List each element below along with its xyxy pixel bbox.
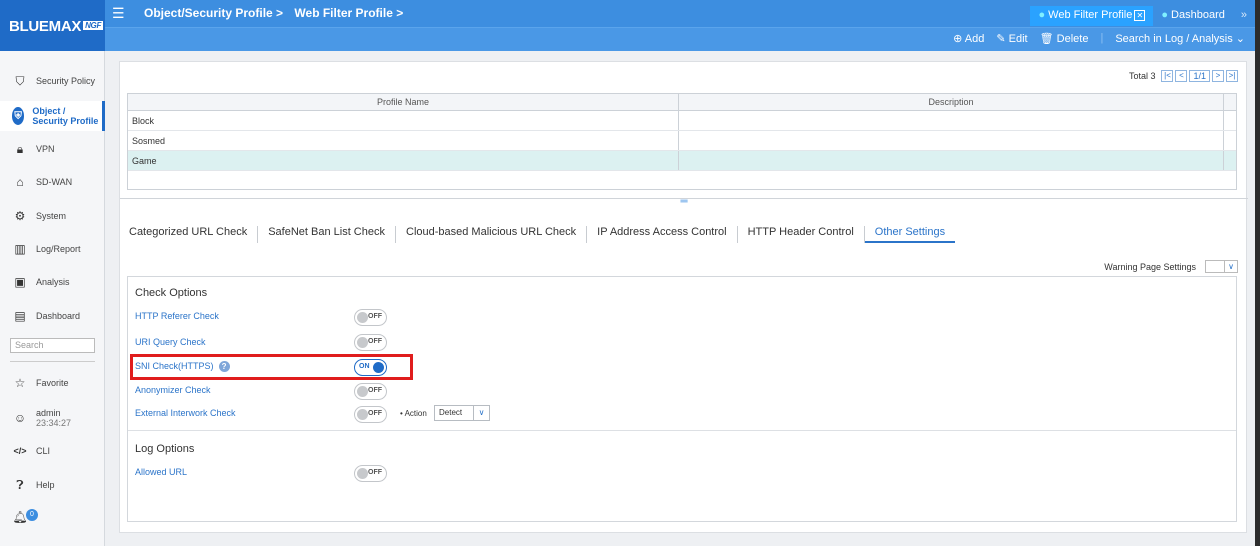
lock-icon: 🔒︎ [16,141,24,156]
options-panel: Check Options HTTP Referer Check OFF URI… [127,276,1237,522]
divider: | [1100,32,1104,44]
dashboard-icon: ▤ [14,309,26,323]
profile-tabs: Categorized URL Check SafeNet Ban List C… [129,226,956,243]
tab-dashboard[interactable]: ● Dashboard [1153,6,1233,26]
chart-icon: ▥ [14,242,26,256]
network-icon: ⌂ [16,175,24,189]
toggle-anonymizer-check[interactable]: OFF [354,383,387,400]
first-page-button[interactable]: |< [1161,70,1174,82]
help-icon[interactable]: ? [218,361,230,372]
tab-categorized-url-check[interactable]: Categorized URL Check [129,226,259,243]
tab-other-settings[interactable]: Other Settings [864,226,956,243]
gear-icon: ⚙ [14,209,26,223]
option-label-uri-query: URI Query Check [135,337,206,347]
toggle-allowed-url[interactable]: OFF [354,465,387,482]
sidebar-item-admin[interactable]: ☺ admin 23:34:27 [0,403,105,433]
option-label-http-referer: HTTP Referer Check [135,311,219,321]
option-label-anonymizer: Anonymizer Check [135,385,211,395]
monitor-icon: ▣ [14,275,26,289]
chevron-down-icon[interactable]: ∨ [474,406,489,420]
tab-http-header-control[interactable]: HTTP Header Control [738,226,865,243]
help-icon: ❓︎ [16,477,24,492]
profile-table: Profile Name Description Block Sosmed Ga… [127,93,1237,190]
divider [128,430,1236,431]
brand-logo[interactable]: BLUEMAX NGF [0,0,105,51]
edit-button[interactable]: ✎ Edit [996,32,1027,45]
sidebar-item-dashboard[interactable]: ▤ Dashboard [0,302,105,330]
table-row[interactable]: Sosmed [128,131,1236,151]
option-label-sni-check: SNI Check(HTTPS)? [135,361,230,372]
sidebar-item-log-report[interactable]: ▥ Log/Report [0,235,105,263]
splitter-handle[interactable]: ═ [120,197,1248,207]
main-content: Total 3 |< < 1/1 > >| Profile Name Descr… [105,51,1255,546]
chevron-down-icon[interactable]: ∨ [1225,260,1238,273]
table-row-selected[interactable]: Game [128,151,1236,171]
next-page-button[interactable]: > [1212,70,1224,82]
option-label-external-interwork: External Interwork Check [135,408,236,418]
toggle-http-referer-check[interactable]: OFF [354,309,387,326]
window-tabs: ● Web Filter Profile ✕ ● Dashboard » [1030,6,1255,26]
tab-more-icon[interactable]: » [1233,6,1255,26]
toggle-uri-query-check[interactable]: OFF [354,334,387,351]
tab-safenet-ban-list-check[interactable]: SafeNet Ban List Check [258,226,396,243]
sidebar-item-object-security-profile[interactable]: ⛨ Object / Security Profile [0,101,105,131]
window-edge [1255,0,1260,546]
toggle-external-interwork-check[interactable]: OFF [354,406,387,423]
delete-button[interactable]: 🗑 Delete [1040,32,1089,45]
admin-time: 23:34:27 [36,418,72,428]
table-header: Profile Name Description [128,94,1236,111]
action-select[interactable]: Detect ∨ [434,405,490,421]
breadcrumb-item[interactable]: Web Filter Profile > [294,6,403,20]
toggle-sni-check[interactable]: ON [354,359,387,376]
breadcrumb: Object/Security Profile > Web Filter Pro… [144,6,411,20]
warning-page-settings: Warning Page Settings ∨ [1104,260,1238,273]
sidebar-item-analysis[interactable]: ▣ Analysis [0,268,105,296]
sidebar: ⛉ Security Policy ⛨ Object / Security Prof… [0,51,105,546]
notification-bell[interactable]: 🔔︎ [0,503,105,531]
last-page-button[interactable]: >| [1226,70,1238,82]
object-profile-icon: ⛨ [12,107,25,125]
sidebar-item-help[interactable]: ❓︎ Help [0,471,105,499]
sidebar-item-sd-wan[interactable]: ⌂ SD-WAN [0,168,105,196]
shield-icon: ⛉ [15,73,25,88]
top-bar: BLUEMAX NGF ☰ Object/Security Profile > W… [0,0,1255,51]
action-bar: ⊕ Add ✎ Edit 🗑 Delete | Search in Log / … [105,27,1255,51]
add-button[interactable]: ⊕ Add [953,32,984,45]
menu-icon[interactable]: ☰ [112,5,125,22]
sidebar-item-system[interactable]: ⚙ System [0,202,105,230]
section-title-check-options: Check Options [135,287,208,299]
profile-panel: Total 3 |< < 1/1 > >| Profile Name Descr… [119,61,1248,533]
search-log-button[interactable]: Search in Log / Analysis ⌄ [1115,32,1245,45]
action-label: • Action [400,409,427,418]
tab-web-filter-profile[interactable]: ● Web Filter Profile ✕ [1030,6,1154,26]
sidebar-item-cli[interactable]: </> CLI [0,437,105,465]
sidebar-item-favorite[interactable]: ☆ Favorite [0,369,105,397]
star-icon: ☆ [14,376,26,390]
prev-page-button[interactable]: < [1175,70,1188,82]
pager: Total 3 |< < 1/1 > >| [1129,70,1238,82]
table-row[interactable]: Block [128,111,1236,131]
sidebar-item-security-policy[interactable]: ⛉ Security Policy [0,67,105,95]
option-label-allowed-url: Allowed URL [135,467,188,477]
page-indicator: 1/1 [1189,70,1210,82]
breadcrumb-item[interactable]: Object/Security Profile > [144,6,283,20]
search-input[interactable]: Search [10,338,95,353]
user-icon: ☺ [13,411,27,425]
tab-ip-address-access-control[interactable]: IP Address Access Control [587,226,738,243]
section-title-log-options: Log Options [135,443,195,455]
sidebar-item-vpn[interactable]: 🔒︎ VPN [0,135,105,163]
code-icon: </> [13,446,27,456]
notification-badge: 0 [26,509,38,521]
divider [10,361,95,362]
column-header-profile-name[interactable]: Profile Name [128,94,679,110]
close-icon[interactable]: ✕ [1134,10,1146,21]
tab-cloud-malicious-url-check[interactable]: Cloud-based Malicious URL Check [396,226,588,243]
warning-page-select[interactable] [1205,260,1225,273]
column-header-description[interactable]: Description [679,94,1224,110]
